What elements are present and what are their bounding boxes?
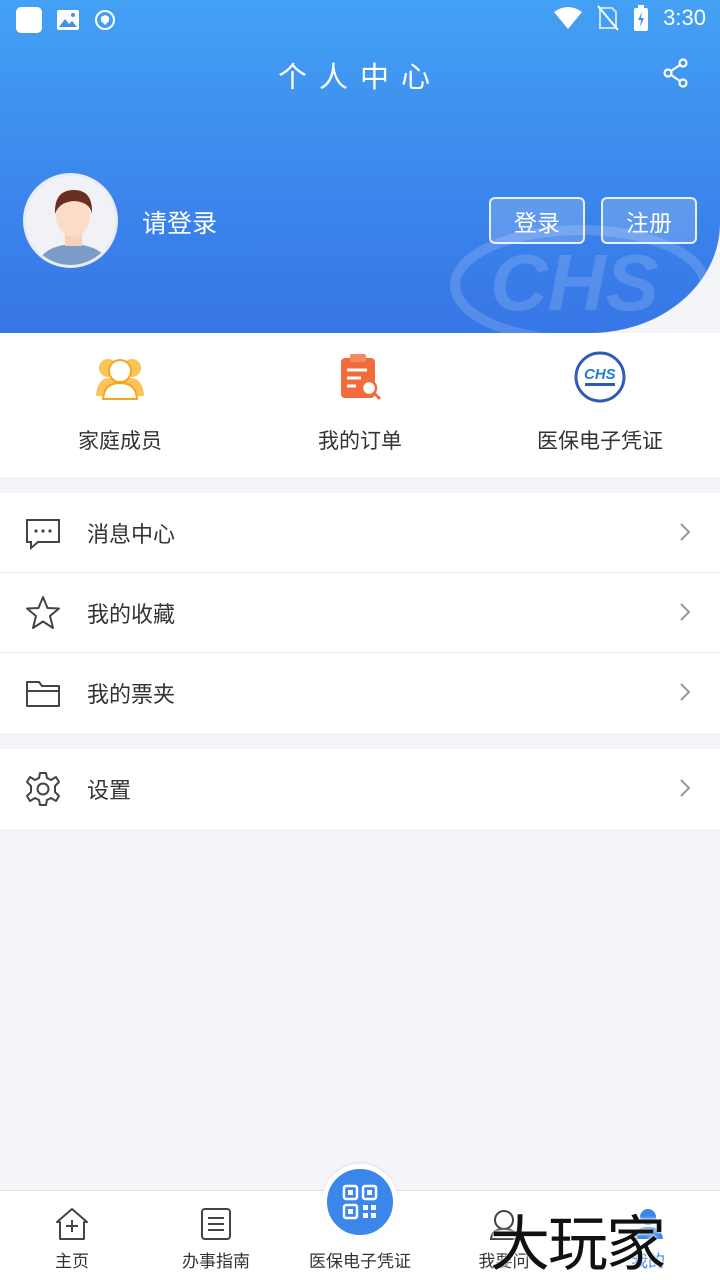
quick-family-members[interactable]: 家庭成员 (0, 333, 240, 477)
nav-home[interactable]: 主页 (0, 1191, 144, 1280)
menu-label: 设置 (87, 779, 132, 804)
share-icon[interactable] (662, 58, 690, 88)
battery-icon (634, 5, 649, 31)
message-icon (26, 519, 60, 551)
login-prompt[interactable]: 请登录 (142, 204, 217, 240)
menu-item-my-ticket-folder[interactable]: 我的票夹 (0, 653, 720, 733)
folder-icon (26, 681, 60, 707)
no-sim-icon (597, 5, 619, 31)
home-icon (56, 1208, 88, 1240)
gear-icon (26, 772, 60, 806)
menu-item-my-favorites[interactable]: 我的收藏 (0, 573, 720, 653)
menu-group-main: 消息中心 我的收藏 我的票夹 (0, 493, 720, 733)
status-bar: 3:30 (0, 0, 720, 40)
qr-code-icon (342, 1184, 378, 1220)
site-watermark: 大玩家 (490, 1210, 666, 1280)
profile-header: 3:30 个人中心 CHS 请登录 登录 注册 (0, 0, 720, 333)
quick-my-orders[interactable]: 我的订单 (240, 333, 480, 477)
notification-app-icon (16, 7, 42, 33)
nav-guide[interactable]: 办事指南 (144, 1191, 288, 1280)
image-icon (57, 10, 79, 30)
quick-label: 我的订单 (318, 429, 402, 453)
menu-label: 消息中心 (87, 522, 176, 548)
chevron-right-icon (680, 603, 691, 621)
menu-group-settings: 设置 (0, 749, 720, 829)
nav-label: 办事指南 (182, 1252, 250, 1272)
order-icon (341, 354, 382, 401)
status-time: 3:30 (663, 5, 706, 30)
nav-label: 主页 (55, 1252, 89, 1272)
quick-label: 家庭成员 (78, 429, 162, 453)
svg-text:CHS: CHS (490, 238, 659, 327)
guide-icon (201, 1208, 231, 1240)
e-voucher-center-button[interactable] (322, 1164, 398, 1240)
login-button[interactable]: 登录 (489, 197, 585, 244)
quick-actions: 家庭成员 我的订单 CHS 医保电子凭证 (0, 333, 720, 477)
menu-item-message-center[interactable]: 消息中心 (0, 493, 720, 573)
nav-label: 医保电子凭证 (309, 1252, 411, 1272)
chevron-right-icon (680, 683, 691, 701)
wifi-icon (554, 7, 583, 29)
chevron-right-icon (680, 779, 691, 797)
quick-medical-e-voucher[interactable]: CHS 医保电子凭证 (480, 333, 720, 477)
menu-label: 我的收藏 (87, 602, 176, 628)
menu-item-settings[interactable]: 设置 (0, 749, 720, 829)
family-members-icon (96, 359, 144, 400)
chs-logo-icon: CHS (574, 351, 626, 403)
quick-label: 医保电子凭证 (537, 429, 663, 453)
chevron-right-icon (680, 523, 691, 541)
star-icon (26, 596, 60, 629)
default-avatar-icon (26, 176, 115, 265)
svg-text:CHS: CHS (584, 366, 616, 383)
page-title: 个人中心 (277, 60, 442, 94)
shield-icon (95, 10, 115, 30)
register-button[interactable]: 注册 (601, 197, 697, 244)
menu-label: 我的票夹 (87, 683, 176, 708)
avatar[interactable] (23, 173, 118, 268)
